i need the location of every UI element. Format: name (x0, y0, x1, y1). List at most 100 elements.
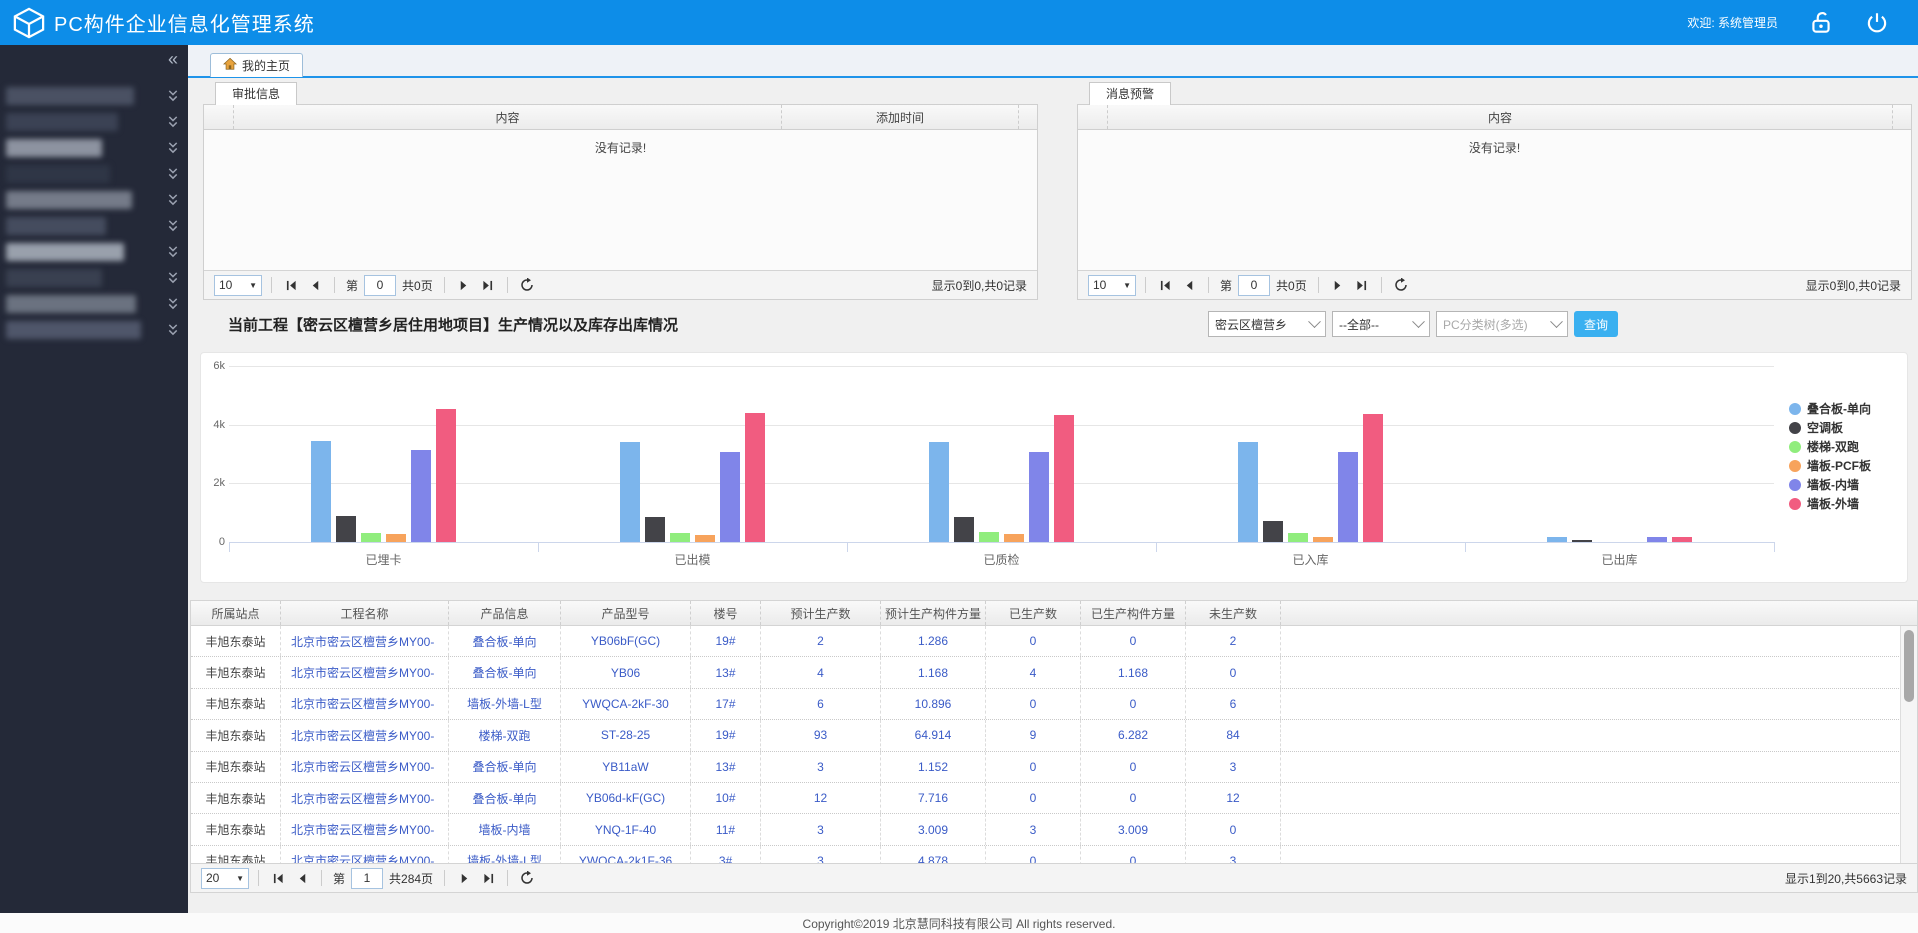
grid-cell: 19# (691, 626, 761, 656)
double-chevron-down-icon[interactable] (167, 271, 179, 287)
sidebar-item[interactable] (0, 213, 188, 239)
sidebar-item[interactable] (0, 265, 188, 291)
legend-item[interactable]: 墙板-PCF板 (1789, 456, 1871, 475)
pc-tree-select[interactable]: PC分类树(多选) (1436, 311, 1568, 337)
tab-my-home[interactable]: 我的主页 (210, 53, 303, 77)
double-chevron-down-icon[interactable] (167, 193, 179, 209)
power-icon[interactable] (1864, 10, 1890, 36)
double-chevron-down-icon[interactable] (167, 323, 179, 339)
grid-cell: 4.878 (881, 846, 986, 863)
first-page-button[interactable] (281, 275, 301, 295)
x-axis-label: 已出模 (538, 551, 847, 568)
project-select[interactable]: 密云区檀营乡 (1208, 311, 1326, 337)
double-chevron-down-icon[interactable] (167, 141, 179, 157)
table-row[interactable]: 丰旭东泰站北京市密云区檀营乡MY00-楼梯-双跑ST-28-2519#9364.… (191, 720, 1917, 751)
page-size-select[interactable]: 20▼ (201, 868, 249, 889)
double-chevron-down-icon[interactable] (167, 297, 179, 313)
chart-bar (620, 442, 640, 542)
last-page-button[interactable] (478, 868, 498, 888)
page-number-input[interactable] (1238, 275, 1270, 296)
legend-item[interactable]: 空调板 (1789, 418, 1871, 437)
refresh-icon[interactable] (517, 275, 537, 295)
table-row[interactable]: 丰旭东泰站北京市密云区檀营乡MY00-墙板-外墙-L型YWQCA-2k1F-36… (191, 846, 1917, 863)
table-row[interactable]: 丰旭东泰站北京市密云区檀营乡MY00-叠合板-单向YB11aW13#31.152… (191, 752, 1917, 783)
page-label: 第 (333, 870, 345, 887)
last-page-button[interactable] (1352, 275, 1372, 295)
grid-col-2[interactable]: 工程名称 (281, 601, 449, 625)
first-page-button[interactable] (1155, 275, 1175, 295)
legend-item[interactable]: 叠合板-单向 (1789, 399, 1871, 418)
legend-item[interactable]: 楼梯-双跑 (1789, 437, 1871, 456)
col-content[interactable]: 内容 (1108, 105, 1893, 129)
unlock-icon[interactable] (1808, 10, 1834, 36)
scope-select[interactable]: --全部-- (1332, 311, 1430, 337)
page-size-select[interactable]: 10▼ (1088, 275, 1136, 296)
table-row[interactable]: 丰旭东泰站北京市密云区檀营乡MY00-叠合板-单向YB0613#41.16841… (191, 657, 1917, 688)
next-page-button[interactable] (454, 275, 474, 295)
grid-col-3[interactable]: 产品信息 (449, 601, 561, 625)
grid-col-6[interactable]: 预计生产数 (761, 601, 881, 625)
page-number-input[interactable] (351, 868, 383, 889)
grid-cell: 2 (1186, 626, 1281, 656)
search-button[interactable]: 查询 (1574, 311, 1618, 337)
approval-panel: 审批信息 内容 添加时间 没有记录! 10▼ 第 共0页 (203, 82, 1038, 300)
chevron-down-icon (1412, 315, 1425, 328)
double-chevron-down-icon[interactable] (167, 245, 179, 261)
warning-panel-tab[interactable]: 消息预警 (1089, 82, 1171, 105)
sidebar-item[interactable] (0, 239, 188, 265)
page-number-input[interactable] (364, 275, 396, 296)
page-size-select[interactable]: 10▼ (214, 275, 262, 296)
sidebar-item[interactable] (0, 317, 188, 343)
prev-page-button[interactable] (1179, 275, 1199, 295)
grid-col-4[interactable]: 产品型号 (561, 601, 691, 625)
col-add-time[interactable]: 添加时间 (782, 105, 1019, 129)
grid-col-5[interactable]: 楼号 (691, 601, 761, 625)
grid-cell: YB06d-kF(GC) (561, 783, 691, 813)
next-page-button[interactable] (1328, 275, 1348, 295)
collapse-sidebar-icon[interactable]: « (168, 49, 178, 70)
sidebar-item-label (6, 139, 102, 157)
refresh-icon[interactable] (1391, 275, 1411, 295)
grid-col-9[interactable]: 已生产构件方量 (1081, 601, 1186, 625)
col-content[interactable]: 内容 (234, 105, 782, 129)
prev-page-button[interactable] (305, 275, 325, 295)
next-page-button[interactable] (454, 868, 474, 888)
sidebar-item[interactable] (0, 291, 188, 317)
sidebar-item[interactable] (0, 161, 188, 187)
grid-pager: 20▼ 第 共284页 显示1到20,共5663记录 (190, 863, 1918, 893)
scrollbar-thumb[interactable] (1904, 630, 1914, 702)
app-title: PC构件企业信息化管理系统 (54, 8, 315, 37)
refresh-icon[interactable] (517, 868, 537, 888)
double-chevron-down-icon[interactable] (167, 115, 179, 131)
legend-item[interactable]: 墙板-内墙 (1789, 475, 1871, 494)
table-row[interactable]: 丰旭东泰站北京市密云区檀营乡MY00-墙板-内墙YNQ-1F-4011#33.0… (191, 814, 1917, 845)
double-chevron-down-icon[interactable] (167, 219, 179, 235)
first-page-button[interactable] (268, 868, 288, 888)
grid-col-7[interactable]: 预计生产构件方量 (881, 601, 986, 625)
table-row[interactable]: 丰旭东泰站北京市密云区檀营乡MY00-墙板-外墙-L型YWQCA-2kF-301… (191, 689, 1917, 720)
grid-cell: 0 (986, 752, 1081, 782)
double-chevron-down-icon[interactable] (167, 89, 179, 105)
grid-col-8[interactable]: 已生产数 (986, 601, 1081, 625)
grid-cell-filler (1281, 752, 1917, 782)
approval-panel-tab[interactable]: 审批信息 (215, 82, 297, 105)
grid-col-10[interactable]: 未生产数 (1186, 601, 1281, 625)
approval-panel-frame: 内容 添加时间 没有记录! 10▼ 第 共0页 显示0到0,共0记录 (203, 104, 1038, 300)
table-row[interactable]: 丰旭东泰站北京市密云区檀营乡MY00-叠合板-单向YB06bF(GC)19#21… (191, 626, 1917, 657)
grid-cell: 丰旭东泰站 (191, 814, 281, 844)
last-page-button[interactable] (478, 275, 498, 295)
table-row[interactable]: 丰旭东泰站北京市密云区檀营乡MY00-叠合板-单向YB06d-kF(GC)10#… (191, 783, 1917, 814)
sidebar-item[interactable] (0, 109, 188, 135)
axis-tick (229, 542, 230, 552)
double-chevron-down-icon[interactable] (167, 167, 179, 183)
prev-page-button[interactable] (292, 868, 312, 888)
tab-label: 我的主页 (242, 57, 290, 74)
grid-cell: 丰旭东泰站 (191, 689, 281, 719)
grid-cell: 丰旭东泰站 (191, 783, 281, 813)
legend-item[interactable]: 墙板-外墙 (1789, 494, 1871, 513)
grid-col-1[interactable]: 所属站点 (191, 601, 281, 625)
vertical-scrollbar[interactable] (1900, 626, 1917, 863)
sidebar-item[interactable] (0, 83, 188, 109)
sidebar-item[interactable] (0, 135, 188, 161)
sidebar-item[interactable] (0, 187, 188, 213)
